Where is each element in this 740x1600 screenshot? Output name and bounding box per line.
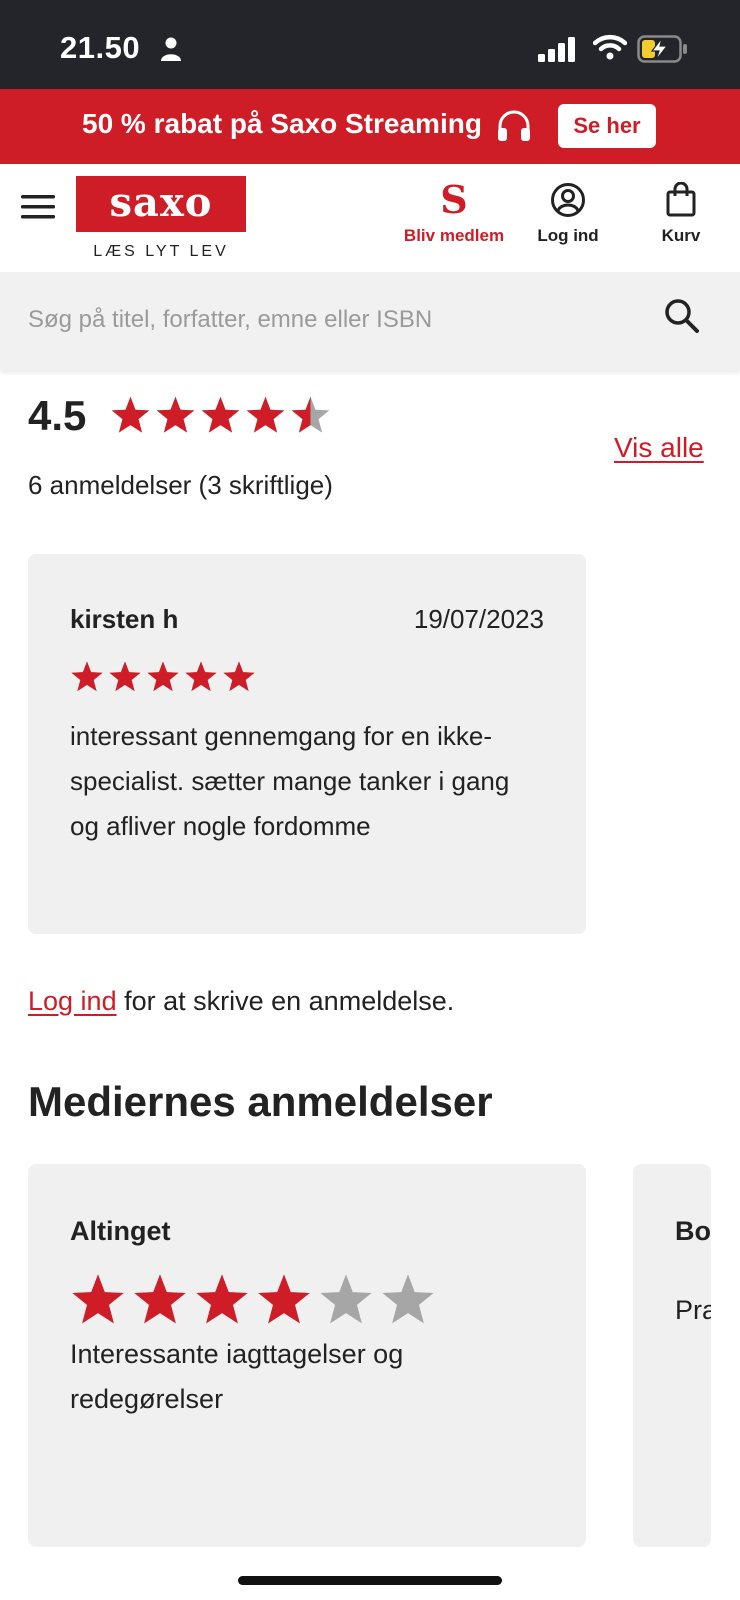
cellular-signal-icon (538, 37, 575, 62)
user-circle-icon (551, 183, 585, 217)
search-input[interactable] (28, 300, 648, 340)
person-icon (161, 37, 181, 61)
star-filled-icon (134, 1274, 186, 1324)
media-review-card-partial[interactable]: Bo Pra som (633, 1164, 711, 1547)
media-review-text: Interessante iagttagelser og redegørelse… (70, 1339, 404, 1414)
review-card: kirsten h 19/07/2023 interessant gennemg… (28, 554, 586, 934)
review-count: 6 anmeldelser (3 skriftlige) (28, 470, 333, 500)
login-prompt: Log ind for at skrive en anmeldelse. (28, 986, 454, 1017)
status-bar: 21.50 (0, 0, 740, 89)
review-author: kirsten h (70, 604, 179, 634)
media-review-text: Pra som (675, 1295, 711, 1325)
star-filled-icon (196, 1274, 248, 1324)
login-link[interactable]: Log ind (28, 986, 117, 1016)
average-rating-stars (110, 395, 331, 436)
star-filled-icon (185, 661, 217, 692)
home-indicator (238, 1576, 502, 1585)
star-filled-icon (72, 1274, 124, 1324)
star-filled-icon (223, 661, 255, 692)
star-filled-icon (156, 396, 195, 433)
promo-button[interactable]: Se her (558, 104, 656, 148)
status-time: 21.50 (60, 30, 141, 65)
menu-icon[interactable] (21, 194, 57, 220)
search-icon[interactable] (664, 298, 700, 334)
login-prompt-text: for at skrive en anmeldelse. (116, 986, 455, 1016)
star-filled-icon (147, 661, 179, 692)
wifi-icon (593, 34, 627, 60)
review-date: 19/07/2023 (413, 604, 544, 634)
star-filled-icon (246, 396, 285, 433)
review-stars (70, 660, 256, 694)
login-button[interactable]: Log ind (528, 180, 608, 246)
promo-text: 50 % rabat på Saxo Streaming (82, 108, 482, 139)
media-source: Bo (675, 1216, 711, 1246)
logo-tagline: LÆS LYT LEV (93, 243, 229, 260)
media-source: Altinget (70, 1216, 171, 1246)
media-review-card[interactable]: Altinget Interessante iagttagelser og re… (28, 1164, 586, 1547)
star-filled-icon (258, 1274, 310, 1324)
member-label: Bliv medlem (403, 226, 505, 245)
star-filled-icon (109, 661, 141, 692)
media-reviews-heading: Mediernes anmeldelser (28, 1078, 493, 1125)
site-header: saxo LÆS LYT LEV S Bliv medlem Log ind K… (0, 164, 740, 272)
review-text: interessant gennemgang for en ikke-speci… (70, 721, 510, 841)
promo-banner[interactable]: 50 % rabat på Saxo Streaming Se her (0, 89, 740, 164)
search-bar (0, 272, 740, 370)
battery-charging-icon (637, 35, 687, 63)
login-label: Log ind (537, 226, 599, 245)
star-half-icon (291, 396, 330, 433)
average-rating: 4.5 (28, 392, 87, 439)
saxo-logo[interactable]: saxo (76, 176, 246, 232)
star-filled-icon (71, 661, 103, 692)
cart-button[interactable]: Kurv (648, 180, 714, 246)
media-review-stars (70, 1272, 436, 1328)
cart-label: Kurv (661, 226, 701, 245)
star-filled-icon (111, 396, 150, 433)
see-all-reviews-link[interactable]: Vis alle (614, 432, 704, 464)
shopping-bag-icon (666, 182, 696, 217)
star-empty-icon (382, 1274, 434, 1324)
member-s-icon: S (440, 177, 468, 222)
become-member-button[interactable]: S Bliv medlem (398, 180, 510, 246)
headphones-icon (498, 110, 530, 141)
star-empty-icon (320, 1274, 372, 1324)
star-filled-icon (201, 396, 240, 433)
